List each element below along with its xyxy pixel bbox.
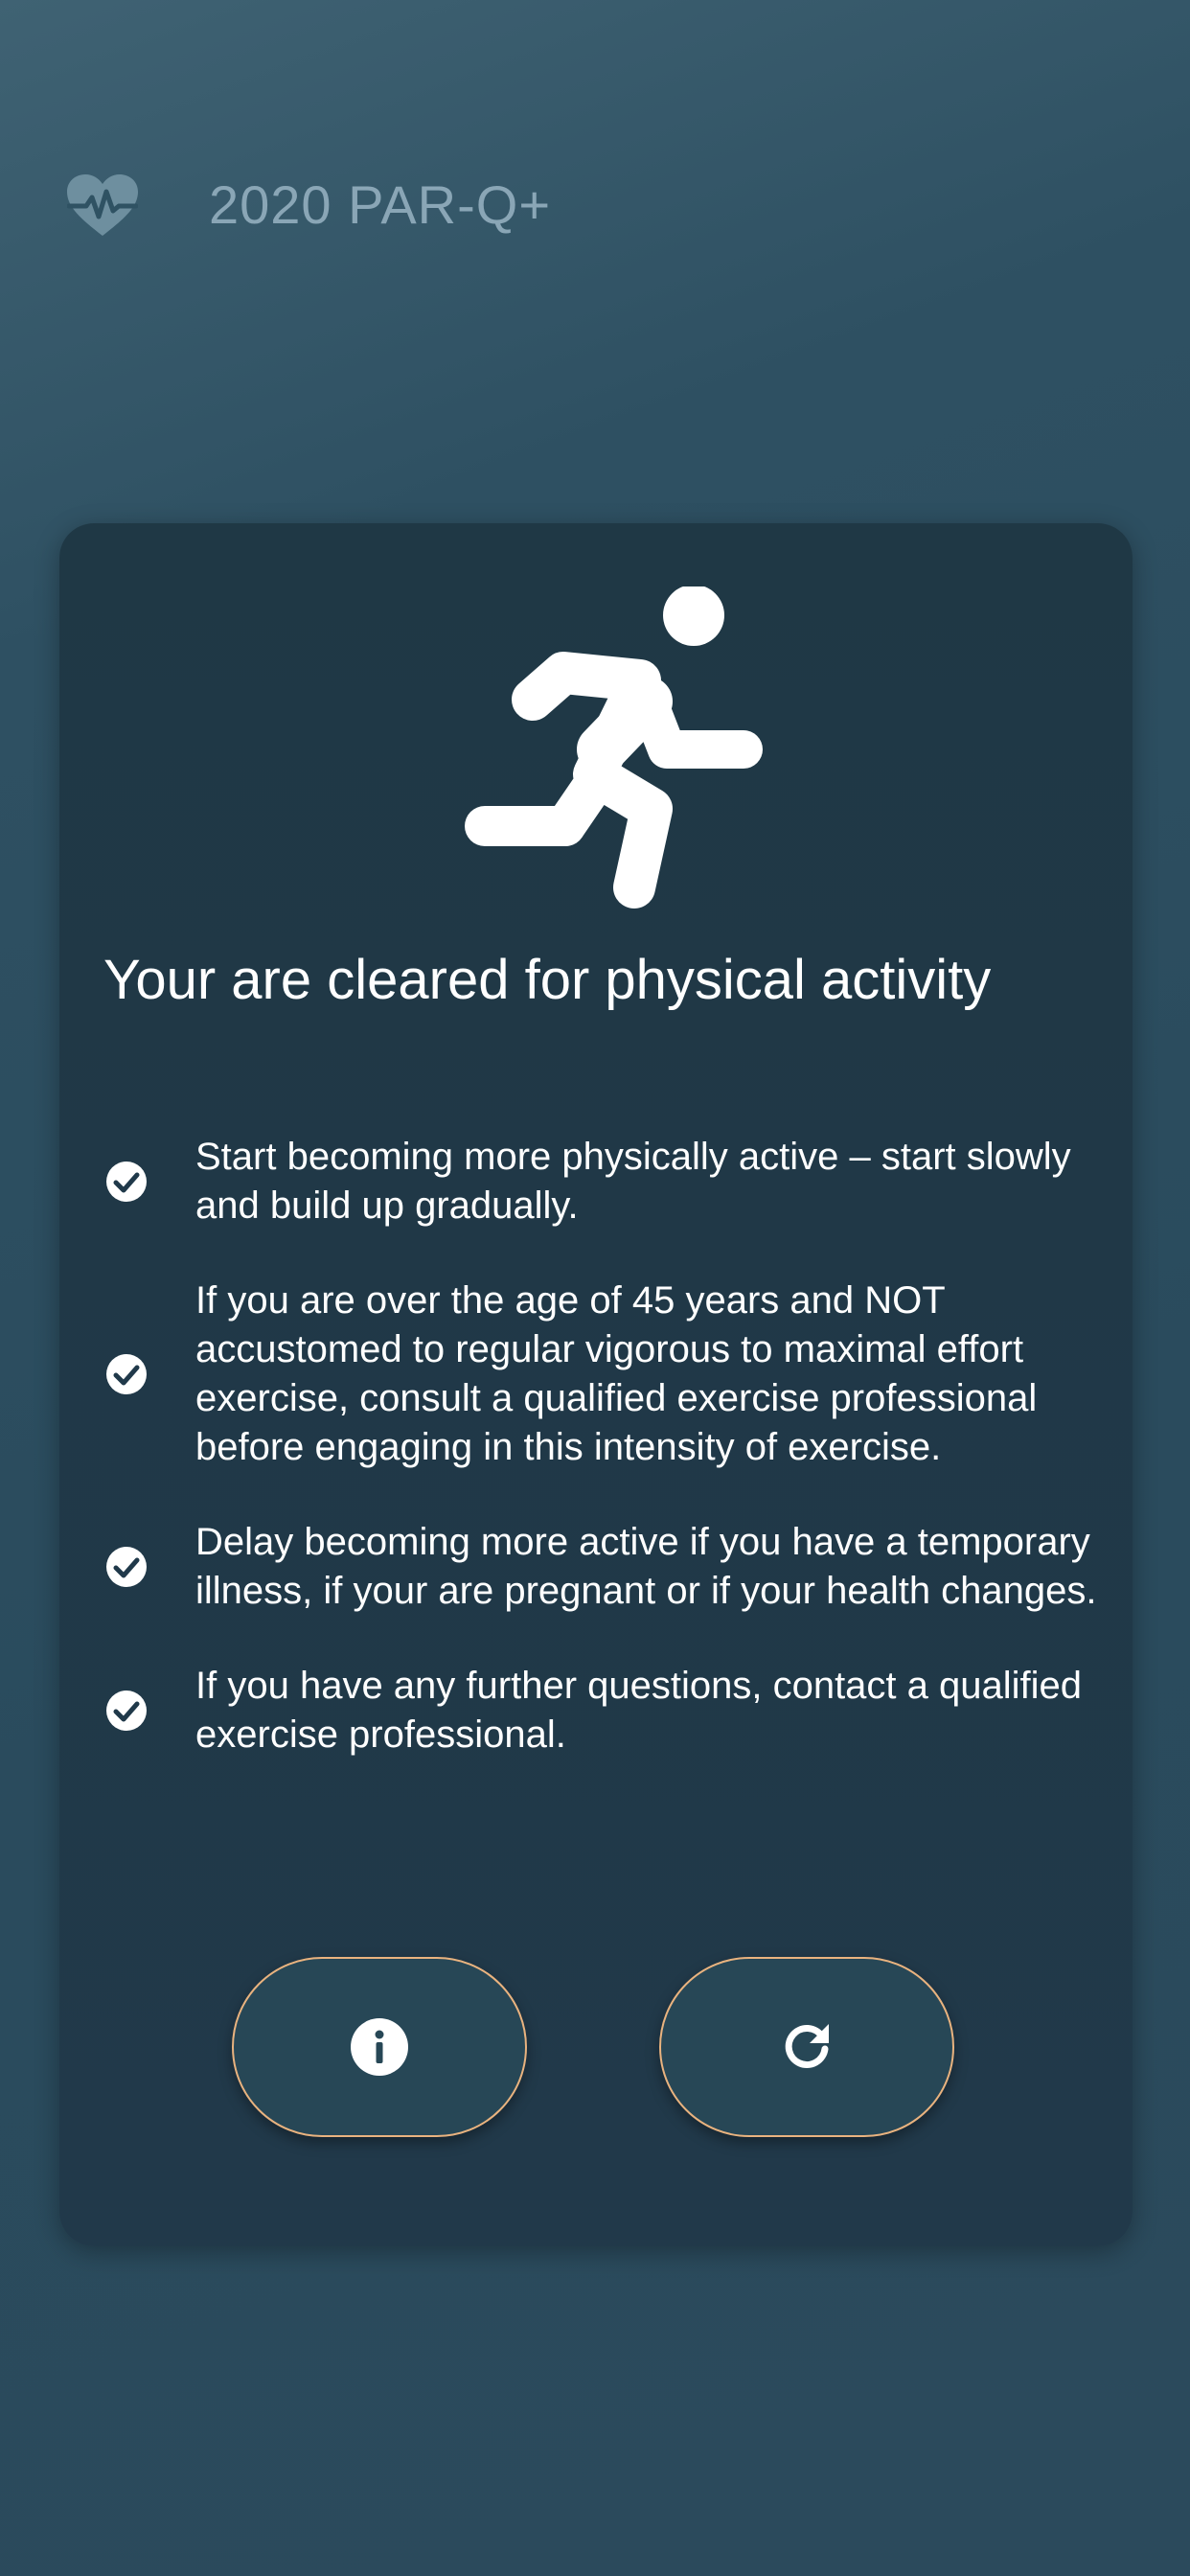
result-headline: Your are cleared for physical activity (103, 949, 992, 1011)
check-circle-icon (106, 1354, 147, 1394)
info-icon (351, 2018, 408, 2076)
info-button[interactable] (232, 1957, 527, 2137)
restart-button[interactable] (659, 1957, 954, 2137)
list-item-text: If you have any further questions, conta… (195, 1665, 1083, 1756)
refresh-icon (785, 2024, 829, 2068)
list-item-text: Delay becoming more active if you have a… (195, 1521, 1097, 1612)
check-circle-icon (106, 1162, 147, 1202)
list-item: Delay becoming more active if you have a… (103, 1518, 1100, 1616)
app-header: 2020 PAR-Q+ (0, 144, 1190, 278)
heart-pulse-icon (67, 174, 138, 236)
list-item-text: If you are over the age of 45 years and … (195, 1279, 1038, 1468)
result-card: Your are cleared for physical activity S… (59, 523, 1133, 2246)
recommendation-list: Start becoming more physically active – … (103, 1133, 1100, 1806)
check-circle-icon (106, 1690, 147, 1731)
list-item-text: Start becoming more physically active – … (195, 1136, 1071, 1227)
list-item: If you have any further questions, conta… (103, 1662, 1100, 1760)
app-title: 2020 PAR-Q+ (209, 174, 552, 235)
list-item: Start becoming more physically active – … (103, 1133, 1100, 1230)
check-circle-icon (106, 1547, 147, 1587)
running-person-icon (465, 586, 763, 908)
list-item: If you are over the age of 45 years and … (103, 1276, 1100, 1472)
